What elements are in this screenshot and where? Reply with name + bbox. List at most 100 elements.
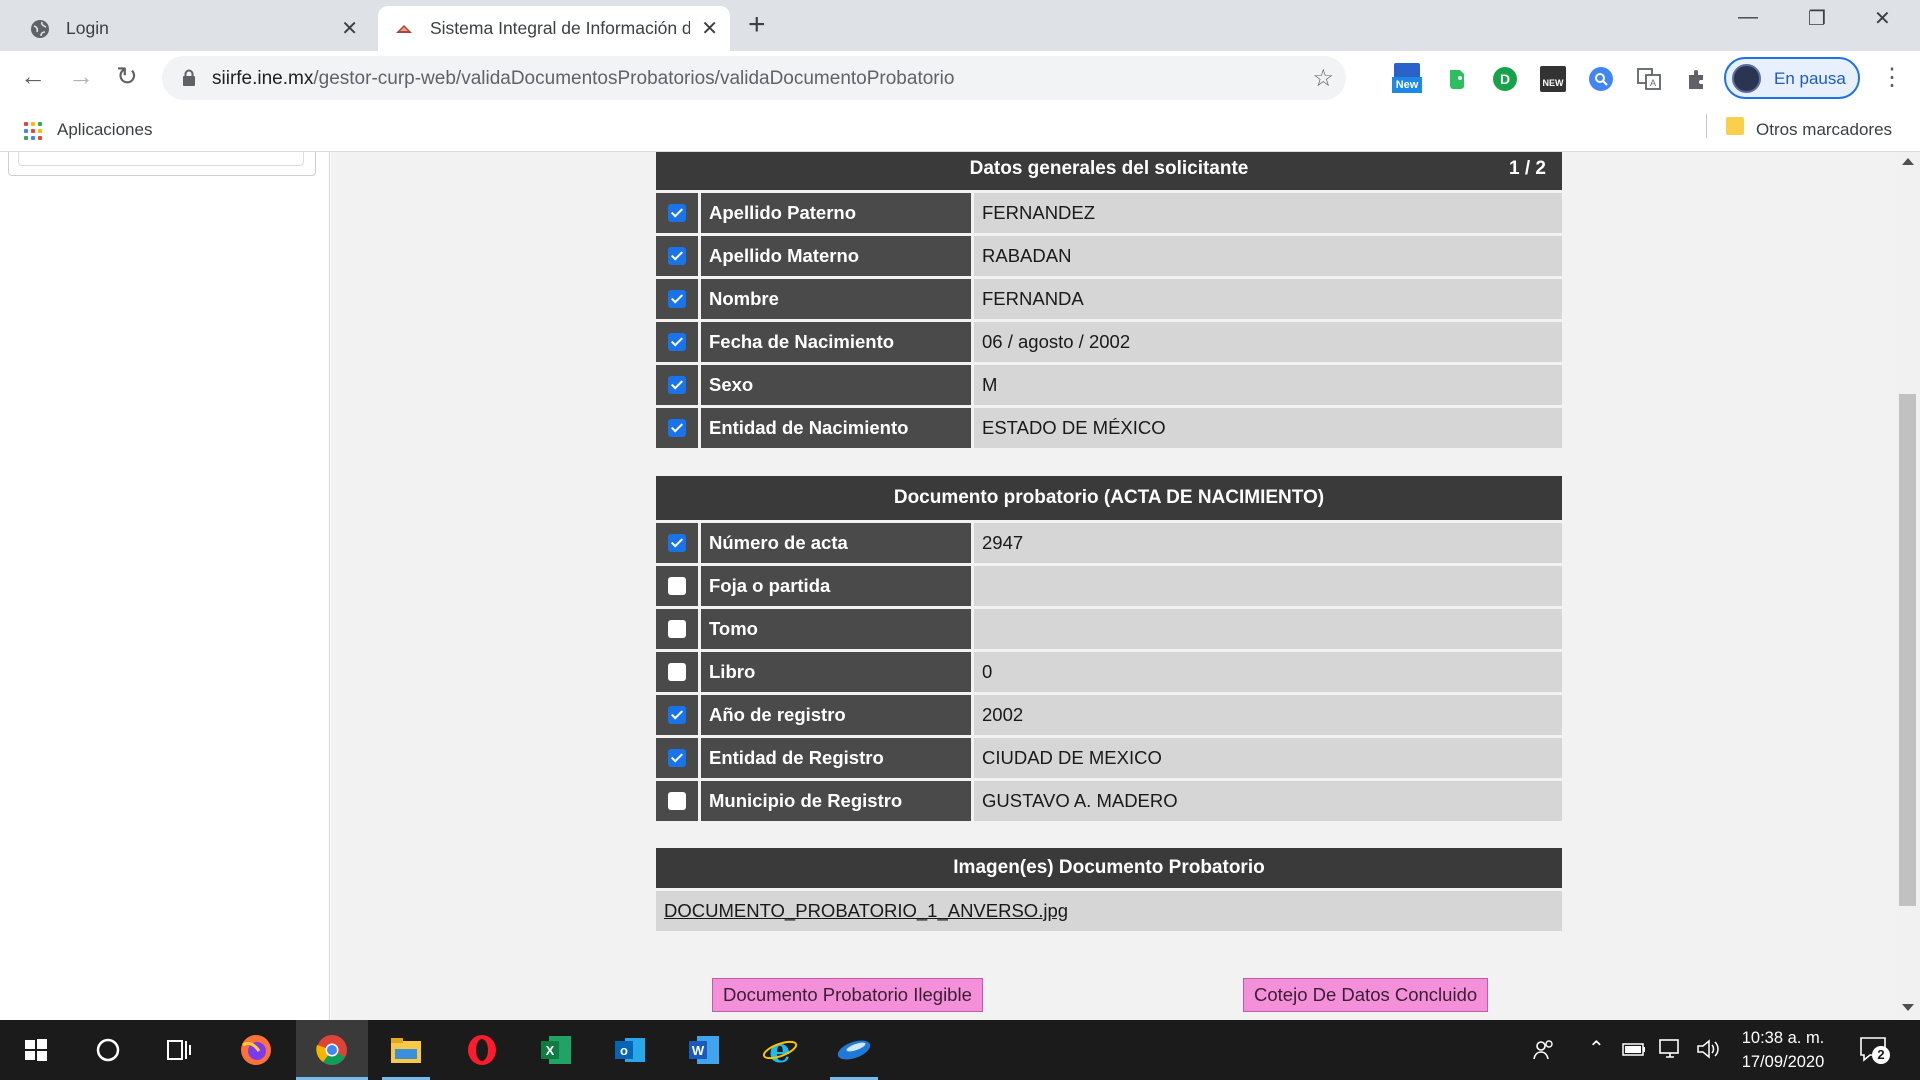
field-label: Fecha de Nacimiento — [701, 322, 971, 362]
close-tab-icon[interactable]: ✕ — [701, 16, 718, 41]
documento-rows: Número de acta 2947 Foja o partida Tomo Libr… — [656, 523, 1562, 821]
scroll-up-icon[interactable] — [1902, 158, 1914, 165]
checkbox-cell — [656, 695, 698, 735]
url-path: /gestor-curp-web/validaDocumentosProbato… — [313, 68, 955, 89]
clock[interactable]: 10:38 a. m. 17/09/2020 — [1728, 1026, 1838, 1074]
checkbox-checked[interactable] — [668, 706, 686, 724]
checkbox-checked[interactable] — [668, 290, 686, 308]
address-bar[interactable]: siirfe.ine.mx/gestor-curp-web/validaDocu… — [162, 56, 1346, 100]
image-file-link[interactable]: DOCUMENTO_PROBATORIO_1_ANVERSO.jpg — [664, 900, 1068, 921]
page-viewport: Datos generales del solicitante 1 / 2 Ap… — [0, 152, 1920, 1020]
field-label: Libro — [701, 652, 971, 692]
checkbox-checked[interactable] — [668, 534, 686, 552]
chrome-icon[interactable] — [296, 1020, 368, 1080]
field-value — [974, 566, 1562, 606]
ext-new-icon[interactable]: NEW — [1540, 66, 1566, 92]
svg-text:D: D — [1500, 71, 1510, 87]
puzzle-extensions-icon[interactable] — [1684, 66, 1710, 92]
new-tab-icon[interactable]: + — [748, 8, 766, 42]
checkbox-cell — [656, 781, 698, 821]
chevron-up-icon[interactable]: ⌃ — [1588, 1036, 1605, 1061]
checkbox-checked[interactable] — [668, 333, 686, 351]
bookmark-apps[interactable]: Aplicaciones — [57, 120, 152, 140]
bookmark-star-icon[interactable]: ☆ — [1312, 64, 1334, 93]
bookmarks-bar: Aplicaciones Otros marcadores — [0, 106, 1920, 152]
field-value: ESTADO DE MÉXICO — [974, 408, 1562, 448]
scroll-thumb[interactable] — [1899, 394, 1916, 906]
opera-icon[interactable] — [446, 1020, 518, 1080]
translate-icon[interactable]: A — [1636, 66, 1662, 92]
search-extension-icon[interactable] — [1588, 66, 1614, 92]
excel-icon[interactable]: X — [520, 1020, 592, 1080]
svg-text:X: X — [546, 1043, 555, 1058]
app-swoosh-icon[interactable] — [818, 1020, 890, 1080]
checkbox-checked[interactable] — [668, 247, 686, 265]
field-value: 0 — [974, 652, 1562, 692]
field-row: Sexo M — [656, 365, 1562, 405]
avatar — [1732, 64, 1761, 93]
notifications-icon[interactable]: 2 — [1858, 1034, 1890, 1069]
field-label: Apellido Paterno — [701, 193, 971, 233]
field-label: Municipio de Registro — [701, 781, 971, 821]
back-icon[interactable]: ← — [20, 61, 46, 92]
ext-d-icon[interactable]: D — [1492, 66, 1518, 92]
field-row: Apellido Paterno FERNANDEZ — [656, 193, 1562, 233]
restore-icon[interactable]: ❐ — [1808, 6, 1826, 31]
tab-login[interactable]: Login ✕ — [14, 6, 370, 51]
field-label: Sexo — [701, 365, 971, 405]
windows-start-icon[interactable] — [0, 1020, 72, 1080]
file-explorer-icon[interactable] — [370, 1020, 442, 1080]
folder-icon — [1726, 117, 1744, 135]
scroll-down-icon[interactable] — [1902, 1004, 1914, 1011]
ilegible-button[interactable]: Documento Probatorio Ilegible — [712, 978, 983, 1012]
datos-generales-section: Datos generales del solicitante 1 / 2 Ap… — [656, 152, 1562, 448]
bookmark-separator — [1706, 114, 1707, 138]
internet-explorer-icon[interactable]: e — [744, 1020, 816, 1080]
evernote-icon[interactable] — [1444, 66, 1470, 92]
task-view-icon[interactable] — [144, 1020, 216, 1080]
reload-icon[interactable]: ↻ — [116, 61, 138, 92]
bookmark-other[interactable]: Otros marcadores — [1756, 120, 1892, 140]
news-extension-icon[interactable]: New — [1392, 63, 1422, 95]
field-value: 2947 — [974, 523, 1562, 563]
checkbox-checked[interactable] — [668, 419, 686, 437]
profile-paused-button[interactable]: En pausa — [1724, 57, 1860, 99]
tab-siirfe[interactable]: Sistema Integral de Información d ✕ — [378, 6, 730, 51]
field-row: Número de acta 2947 — [656, 523, 1562, 563]
outlook-icon[interactable]: o — [594, 1020, 666, 1080]
tab-title: Login — [66, 18, 109, 38]
checkbox-cell — [656, 566, 698, 606]
cortana-icon[interactable] — [72, 1020, 144, 1080]
concluido-button[interactable]: Cotejo De Datos Concluido — [1243, 978, 1489, 1012]
checkbox-checked[interactable] — [668, 204, 686, 222]
firefox-icon[interactable] — [220, 1020, 292, 1080]
network-icon[interactable] — [1658, 1038, 1682, 1065]
close-tab-icon[interactable]: ✕ — [341, 16, 358, 41]
checkbox-unchecked[interactable] — [668, 792, 686, 810]
documento-section: Documento probatorio (ACTA DE NACIMIENTO… — [656, 476, 1562, 821]
checkbox-unchecked[interactable] — [668, 577, 686, 595]
notification-count: 2 — [1872, 1046, 1890, 1064]
field-row: Año de registro 2002 — [656, 695, 1562, 735]
section-title: Datos generales del solicitante — [969, 158, 1249, 179]
volume-icon[interactable] — [1696, 1038, 1720, 1065]
field-value — [974, 609, 1562, 649]
checkbox-checked[interactable] — [668, 376, 686, 394]
svg-text:W: W — [692, 1043, 705, 1058]
scrollbar[interactable] — [1896, 152, 1920, 1020]
people-icon[interactable] — [1532, 1038, 1556, 1067]
field-label: Número de acta — [701, 523, 971, 563]
checkbox-cell — [656, 652, 698, 692]
section-title: Imagen(es) Documento Probatorio — [953, 857, 1265, 878]
menu-icon[interactable]: ⋮ — [1880, 63, 1904, 92]
battery-icon[interactable] — [1622, 1041, 1646, 1062]
checkbox-unchecked[interactable] — [668, 620, 686, 638]
minimize-icon[interactable]: — — [1738, 6, 1758, 29]
apps-grid-icon[interactable] — [24, 122, 42, 140]
field-label: Tomo — [701, 609, 971, 649]
word-icon[interactable]: W — [668, 1020, 740, 1080]
forward-icon[interactable]: → — [68, 61, 94, 92]
checkbox-unchecked[interactable] — [668, 663, 686, 681]
close-window-icon[interactable]: ✕ — [1874, 6, 1891, 31]
checkbox-checked[interactable] — [668, 749, 686, 767]
